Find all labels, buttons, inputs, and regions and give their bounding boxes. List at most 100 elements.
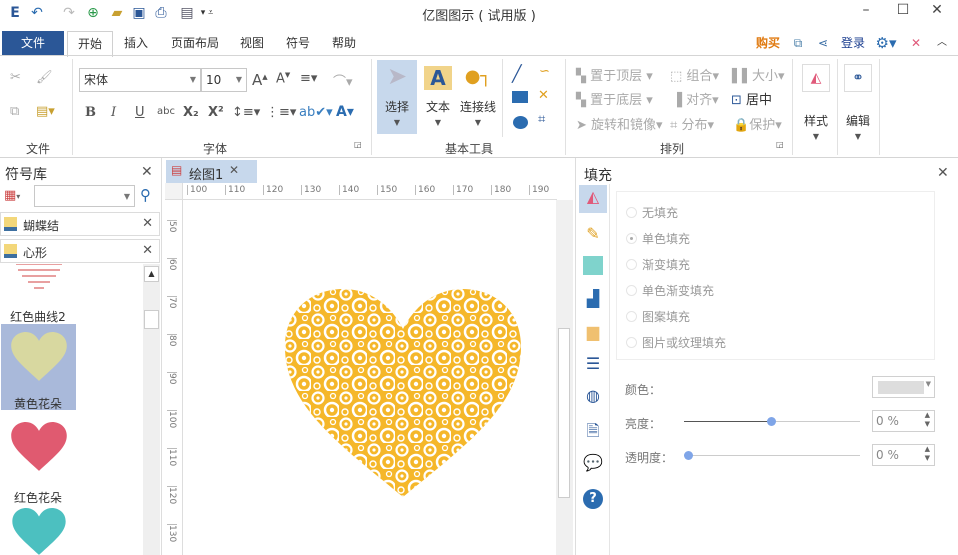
curve-icon[interactable]: ∽ bbox=[539, 64, 550, 79]
format-painter-icon[interactable]: 🖌 bbox=[36, 70, 53, 85]
library-scrollbar[interactable]: ▲ bbox=[143, 264, 160, 555]
grow-font-icon[interactable]: A▲ bbox=[252, 71, 268, 89]
yellow-flower-heart-thumb[interactable] bbox=[10, 332, 68, 382]
tab-view[interactable]: 视图 bbox=[235, 31, 269, 55]
cut-icon[interactable]: ✂ bbox=[10, 70, 21, 85]
tab-file[interactable]: 文件 bbox=[2, 31, 64, 55]
rectangle-icon[interactable] bbox=[512, 91, 528, 103]
select-button[interactable]: ➤ 选择 ▼ bbox=[377, 60, 417, 134]
layer-tab-icon[interactable]: ▆ bbox=[581, 320, 605, 344]
transparency-slider-thumb[interactable] bbox=[684, 451, 693, 460]
shrink-font-icon[interactable]: A▼ bbox=[276, 71, 290, 86]
distribute-button[interactable]: ⌗ 分布▾ bbox=[670, 114, 714, 133]
shadow-tab-icon[interactable] bbox=[581, 254, 605, 278]
size-button[interactable]: ▌▌大小▾ bbox=[732, 65, 785, 84]
share-file-icon[interactable]: ⧉ bbox=[788, 31, 808, 55]
brightness-slider-thumb[interactable] bbox=[767, 417, 776, 426]
font-name-select[interactable]: 宋体 ▼ bbox=[79, 68, 201, 92]
align-button[interactable]: ▐ 对齐▾ bbox=[672, 89, 719, 108]
subscript-button[interactable]: X₂ bbox=[183, 105, 199, 120]
send-to-back-button[interactable]: ▚ 置于底层 ▾ bbox=[576, 89, 653, 108]
library-category-icon[interactable]: ▦▾ bbox=[4, 188, 20, 203]
italic-button[interactable]: I bbox=[111, 105, 116, 120]
library-category-heart[interactable]: 心形 ✕ bbox=[0, 239, 160, 263]
maximize-button[interactable]: ☐ bbox=[893, 2, 913, 18]
library-search-input[interactable]: ▼ bbox=[34, 185, 135, 207]
line-tab-icon[interactable]: ✎ bbox=[581, 222, 605, 246]
line-spacing-icon[interactable]: ↕≡▾ bbox=[232, 105, 260, 120]
remove-category-icon[interactable]: ✕ bbox=[142, 243, 153, 258]
share-icon[interactable]: ⋖ bbox=[814, 31, 832, 55]
color-picker[interactable]: ▼ bbox=[872, 376, 935, 398]
login-link[interactable]: 登录 bbox=[838, 31, 868, 55]
fill-option-gradient[interactable]: 渐变填充 bbox=[626, 256, 690, 273]
copy-icon[interactable]: ⧉ bbox=[10, 104, 19, 119]
superscript-button[interactable]: X² bbox=[208, 105, 224, 120]
fill-option-texture[interactable]: 图片或纹理填充 bbox=[626, 334, 726, 351]
tab-symbol[interactable]: 符号 bbox=[281, 31, 315, 55]
scroll-thumb[interactable] bbox=[144, 310, 159, 329]
bullets-icon[interactable]: ⋮≡▾ bbox=[266, 105, 296, 120]
edit-button[interactable]: ⚭ 编辑 ▼ bbox=[839, 60, 877, 141]
font-size-select[interactable]: 10 ▼ bbox=[201, 68, 247, 92]
paste-icon[interactable]: ▤▾ bbox=[36, 104, 55, 119]
attachment-tab-icon[interactable]: 🗎 bbox=[581, 419, 605, 443]
point-icon[interactable]: ✕ bbox=[538, 88, 549, 103]
align-icon[interactable]: ≡▾ bbox=[300, 71, 317, 86]
tab-help[interactable]: 帮助 bbox=[327, 31, 361, 55]
document-tab-close-icon[interactable]: ✕ bbox=[229, 163, 239, 177]
style-button[interactable]: ◭ 样式 ▼ bbox=[797, 60, 835, 141]
close-button[interactable]: ✕ bbox=[927, 2, 947, 18]
tab-insert[interactable]: 插入 bbox=[118, 31, 154, 55]
font-color-icon[interactable]: A▾ bbox=[336, 104, 354, 120]
font-dialog-launcher[interactable]: ◲ bbox=[354, 140, 362, 149]
search-icon[interactable]: ⚲ bbox=[140, 186, 151, 204]
red-flower-heart-thumb[interactable] bbox=[10, 422, 68, 472]
connector-button[interactable]: ●┐ 连接线 ▼ bbox=[457, 60, 499, 134]
arrange-dialog-launcher[interactable]: ◲ bbox=[776, 140, 784, 149]
fill-tab-icon[interactable]: ◭ bbox=[579, 185, 607, 213]
ellipse-icon[interactable] bbox=[513, 116, 528, 129]
bring-to-front-button[interactable]: ▚ 置于顶层 ▾ bbox=[576, 65, 653, 84]
hyperlink-tab-icon[interactable]: ◍ bbox=[581, 384, 605, 408]
collapse-ribbon-icon[interactable]: ︿ bbox=[934, 31, 950, 55]
minimize-button[interactable]: – bbox=[856, 2, 876, 18]
scroll-up-button[interactable]: ▲ bbox=[144, 266, 159, 282]
brand-icon[interactable]: ✕ bbox=[906, 31, 926, 55]
fill-option-pattern[interactable]: 图案填充 bbox=[626, 308, 690, 325]
library-close-icon[interactable]: ✕ bbox=[141, 164, 153, 180]
bold-button[interactable]: B bbox=[85, 105, 96, 120]
heart-shape[interactable] bbox=[283, 287, 523, 499]
text-button[interactable]: A 文本 ▼ bbox=[418, 60, 458, 134]
teal-swirl-heart-thumb[interactable] bbox=[12, 508, 66, 555]
underline-button[interactable]: U bbox=[135, 105, 145, 120]
comment-tab-icon[interactable]: 💬 bbox=[581, 451, 605, 475]
line-icon[interactable]: ╱ bbox=[512, 64, 522, 83]
document-tab-icon[interactable]: ☰ bbox=[581, 352, 605, 376]
rotate-mirror-button[interactable]: ➤ 旋转和镜像▾ bbox=[576, 114, 663, 133]
text-arc-icon[interactable]: ⌒▾ bbox=[333, 71, 353, 90]
document-tab[interactable]: ▤ 绘图1 ✕ bbox=[166, 160, 257, 183]
fill-panel-close-icon[interactable]: ✕ bbox=[937, 165, 949, 181]
transparency-slider[interactable] bbox=[684, 455, 860, 456]
image-tab-icon[interactable]: ▟ bbox=[581, 287, 605, 311]
center-button[interactable]: ⊡ 居中 bbox=[731, 89, 772, 108]
strikethrough-button[interactable]: abc bbox=[157, 106, 175, 117]
fill-option-none[interactable]: 无填充 bbox=[626, 204, 678, 221]
highlight-icon[interactable]: ab✔▾ bbox=[299, 105, 333, 120]
group-button[interactable]: ⬚ 组合▾ bbox=[670, 65, 719, 84]
fill-option-solid[interactable]: 单色填充 bbox=[626, 230, 690, 247]
gear-icon[interactable]: ⚙▾ bbox=[872, 31, 900, 55]
library-category-bow[interactable]: 蝴蝶结 ✕ bbox=[0, 212, 160, 236]
tab-home[interactable]: 开始 bbox=[67, 31, 113, 57]
buy-link[interactable]: 购买 bbox=[752, 31, 784, 55]
protect-button[interactable]: 🔒保护▾ bbox=[733, 114, 782, 133]
help-tab-icon[interactable]: ? bbox=[581, 485, 605, 509]
fill-option-single-gradient[interactable]: 单色渐变填充 bbox=[626, 282, 714, 299]
transparency-input[interactable]: 0 % ▲ ▼ bbox=[872, 444, 935, 466]
canvas-scroll-thumb[interactable] bbox=[558, 328, 570, 498]
red-curve-heart-thumb[interactable] bbox=[14, 264, 64, 300]
remove-category-icon[interactable]: ✕ bbox=[142, 216, 153, 231]
canvas-scrollbar[interactable] bbox=[556, 200, 573, 555]
brightness-input[interactable]: 0 % ▲ ▼ bbox=[872, 410, 935, 432]
